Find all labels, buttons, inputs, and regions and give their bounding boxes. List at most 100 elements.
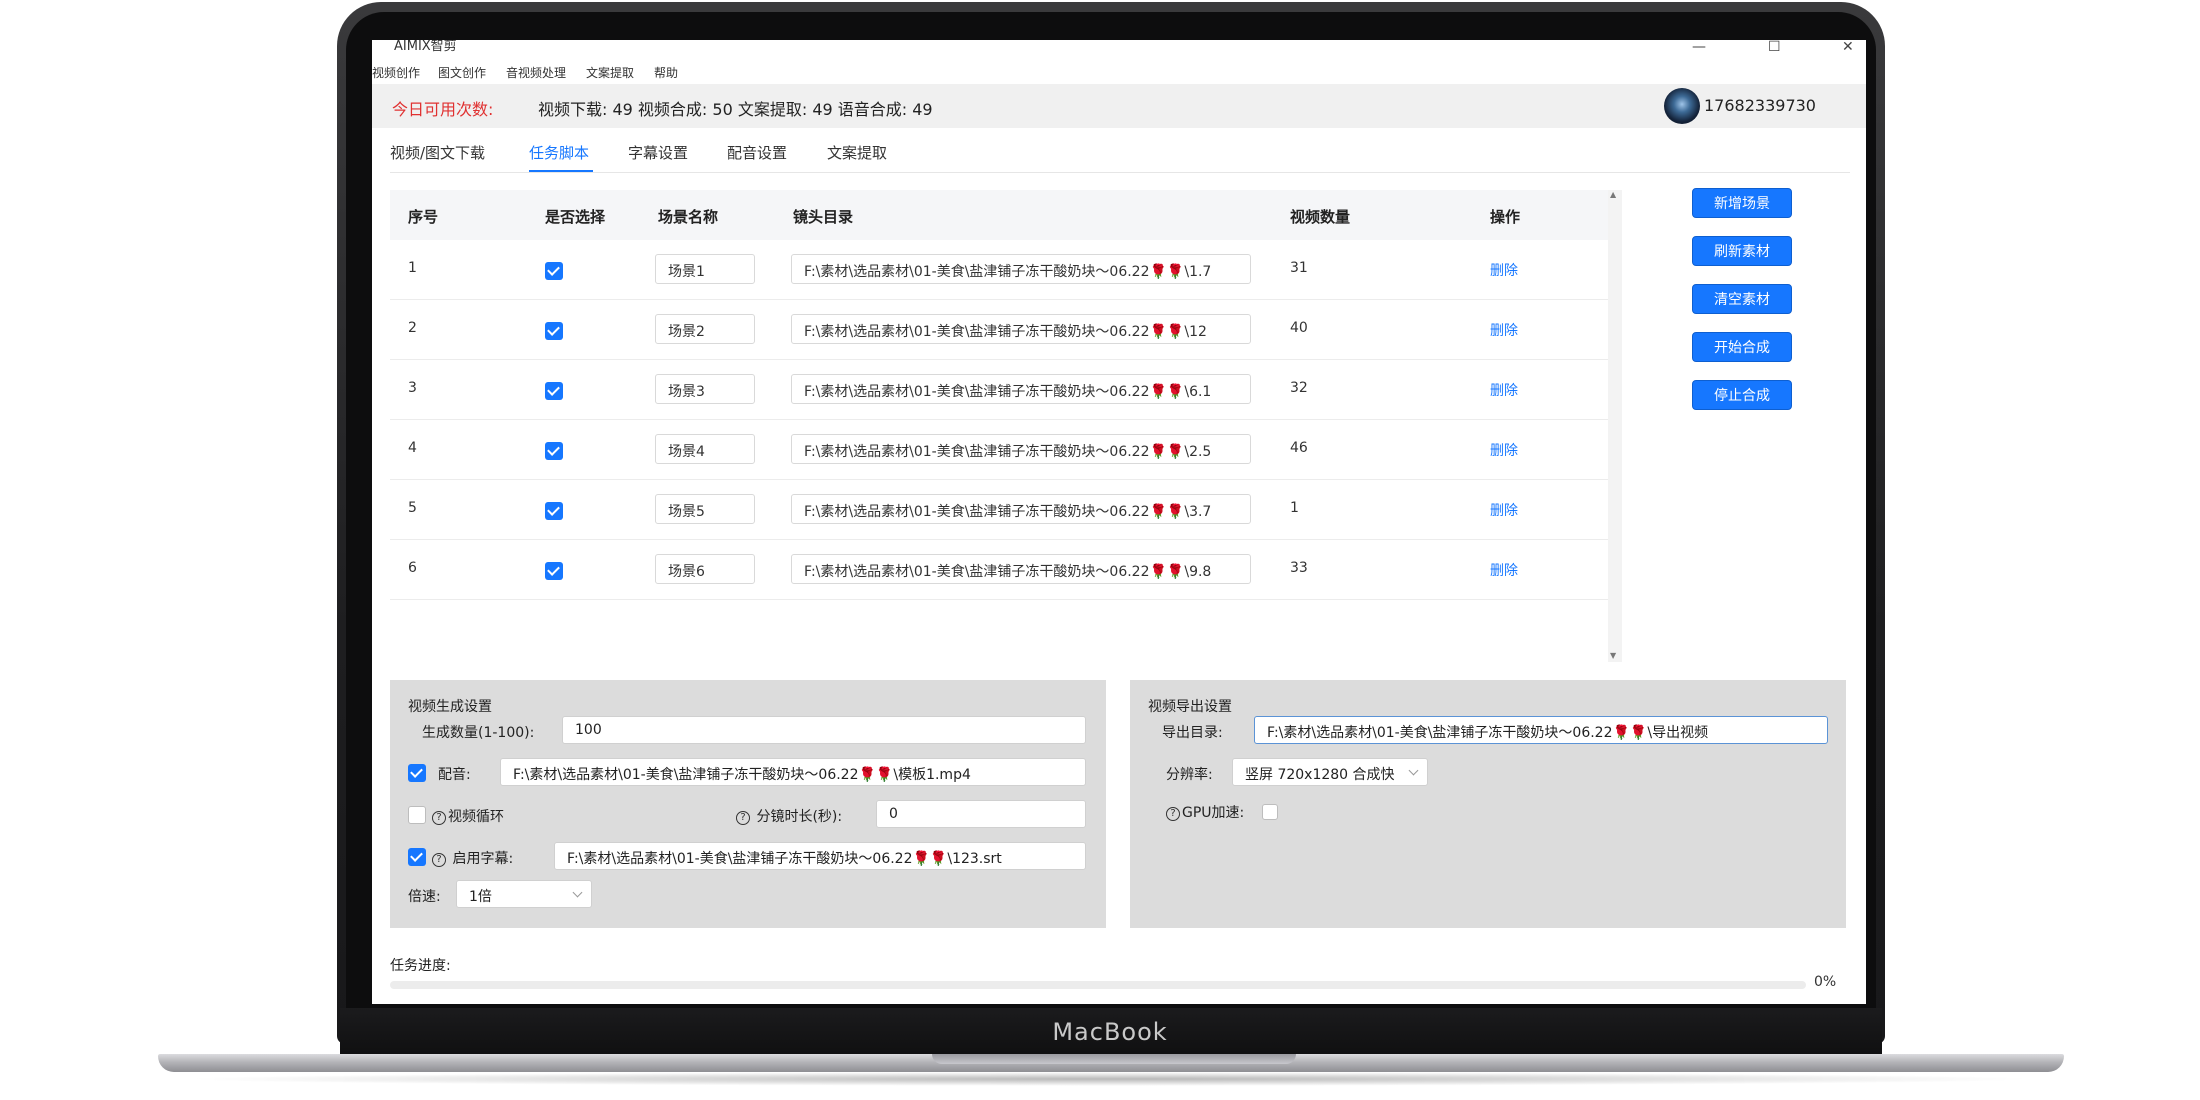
tab-text-extract[interactable]: 文案提取 xyxy=(827,142,887,163)
row-index: 6 xyxy=(408,560,417,576)
row-index: 3 xyxy=(408,380,417,396)
scroll-up-icon[interactable]: ▲ xyxy=(1610,190,1616,199)
laptop-base-notch xyxy=(932,1054,1296,1064)
tab-dubbing[interactable]: 配音设置 xyxy=(727,142,787,163)
row-select-checkbox[interactable] xyxy=(545,562,563,580)
table-scrollbar[interactable]: ▲ ▼ xyxy=(1608,190,1622,662)
start-compose-button[interactable]: 开始合成 xyxy=(1692,332,1792,362)
tab-divider xyxy=(390,172,1850,173)
table-row: 1 场景1 F:\素材\选品素材\01-美食\盐津铺子冻干酸奶块～06.22🌹🌹… xyxy=(390,240,1622,300)
row-select-checkbox[interactable] xyxy=(545,262,563,280)
help-icon[interactable]: ? xyxy=(432,853,446,867)
laptop-brand-label: MacBook xyxy=(1052,1018,1168,1046)
avatar[interactable] xyxy=(1664,88,1700,124)
delete-link[interactable]: 删除 xyxy=(1490,560,1518,580)
video-count: 46 xyxy=(1290,440,1308,456)
row-index: 1 xyxy=(408,260,417,276)
subtitle-path-input[interactable]: F:\素材\选品素材\01-美食\盐津铺子冻干酸奶块～06.22🌹🌹\123.s… xyxy=(554,842,1086,870)
close-icon[interactable]: ✕ xyxy=(1842,40,1854,54)
menu-item-av-process[interactable]: 音视频处理 xyxy=(506,64,566,81)
table-row: 6 场景6 F:\素材\选品素材\01-美食\盐津铺子冻干酸奶块～06.22🌹🌹… xyxy=(390,540,1622,600)
shot-duration-input[interactable]: 0 xyxy=(876,800,1086,828)
row-select-checkbox[interactable] xyxy=(545,502,563,520)
scene-name-input[interactable]: 场景5 xyxy=(655,494,755,524)
col-header-action: 操作 xyxy=(1490,208,1521,226)
shot-dir-input[interactable]: F:\素材\选品素材\01-美食\盐津铺子冻干酸奶块～06.22🌹🌹\6.1 xyxy=(791,374,1251,404)
row-select-checkbox[interactable] xyxy=(545,322,563,340)
refresh-assets-button[interactable]: 刷新素材 xyxy=(1692,236,1792,266)
scene-name-input[interactable]: 场景3 xyxy=(655,374,755,404)
dub-checkbox[interactable] xyxy=(408,764,426,782)
delete-link[interactable]: 删除 xyxy=(1490,440,1518,460)
export-settings-panel: 视频导出设置 导出目录: F:\素材\选品素材\01-美食\盐津铺子冻干酸奶块～… xyxy=(1130,680,1846,928)
minimize-icon[interactable]: — xyxy=(1692,40,1706,54)
speed-select[interactable]: 1倍 xyxy=(456,880,592,908)
menu-item-help[interactable]: 帮助 xyxy=(654,64,678,81)
help-icon[interactable]: ? xyxy=(432,811,446,825)
scene-name-input[interactable]: 场景6 xyxy=(655,554,755,584)
loop-label-text: 视频循环 xyxy=(448,809,504,825)
scene-name-input[interactable]: 场景2 xyxy=(655,314,755,344)
row-index: 2 xyxy=(408,320,417,336)
add-scene-button[interactable]: 新增场景 xyxy=(1692,188,1792,218)
chevron-down-icon xyxy=(1408,765,1419,776)
quota-label: 今日可用次数: xyxy=(392,100,494,119)
title-bar: AIMIX智剪 — ☐ ✕ xyxy=(372,40,1866,64)
laptop-shadow xyxy=(180,1072,2040,1086)
delete-link[interactable]: 删除 xyxy=(1490,500,1518,520)
col-header-path: 镜头目录 xyxy=(793,208,854,226)
stop-compose-button[interactable]: 停止合成 xyxy=(1692,380,1792,410)
shot-dir-input[interactable]: F:\素材\选品素材\01-美食\盐津铺子冻干酸奶块～06.22🌹🌹\1.7 xyxy=(791,254,1251,284)
help-icon[interactable]: ? xyxy=(736,811,750,825)
loop-label: ? 视频循环 xyxy=(432,806,504,826)
tab-subtitle[interactable]: 字幕设置 xyxy=(628,142,688,163)
shot-dir-input[interactable]: F:\素材\选品素材\01-美食\盐津铺子冻干酸奶块～06.22🌹🌹\2.5 xyxy=(791,434,1251,464)
delete-link[interactable]: 删除 xyxy=(1490,380,1518,400)
speed-label: 倍速: xyxy=(408,889,441,905)
progress-percent: 0% xyxy=(1814,974,1837,990)
video-count: 1 xyxy=(1290,500,1299,516)
stage: MacBook AIMIX智剪 — ☐ ✕ 视频创作 图文创作 音视频处理 文案… xyxy=(0,0,2200,1100)
delete-link[interactable]: 删除 xyxy=(1490,260,1518,280)
tab-task-script[interactable]: 任务脚本 xyxy=(529,142,589,163)
gen-count-label: 生成数量(1-100): xyxy=(422,725,535,741)
resolution-label: 分辨率: xyxy=(1166,767,1213,783)
speed-select-value: 1倍 xyxy=(469,889,492,905)
loop-checkbox[interactable] xyxy=(408,806,426,824)
scroll-down-icon[interactable]: ▼ xyxy=(1610,651,1616,660)
gen-count-input[interactable]: 100 xyxy=(562,716,1086,744)
shot-dir-input[interactable]: F:\素材\选品素材\01-美食\盐津铺子冻干酸奶块～06.22🌹🌹\3.7 xyxy=(791,494,1251,524)
row-index: 5 xyxy=(408,500,417,516)
menu-item-image-create[interactable]: 图文创作 xyxy=(438,64,486,81)
resolution-select[interactable]: 竖屏 720x1280 合成快 xyxy=(1232,758,1428,786)
table-row: 4 场景4 F:\素材\选品素材\01-美食\盐津铺子冻干酸奶块～06.22🌹🌹… xyxy=(390,420,1622,480)
menu-item-text-extract[interactable]: 文案提取 xyxy=(586,64,634,81)
tab-download[interactable]: 视频/图文下载 xyxy=(390,142,485,163)
export-settings-title: 视频导出设置 xyxy=(1148,699,1232,715)
dub-path-input[interactable]: F:\素材\选品素材\01-美食\盐津铺子冻干酸奶块～06.22🌹🌹\模板1.m… xyxy=(500,758,1086,786)
shot-duration-label: ? 分镜时长(秒): xyxy=(736,806,842,826)
row-select-checkbox[interactable] xyxy=(545,382,563,400)
table-header: 序号 是否选择 场景名称 镜头目录 视频数量 操作 xyxy=(390,190,1622,240)
video-count: 40 xyxy=(1290,320,1308,336)
gpu-checkbox[interactable] xyxy=(1262,804,1278,820)
col-header-index: 序号 xyxy=(408,208,439,226)
subtitle-checkbox[interactable] xyxy=(408,848,426,866)
export-dir-label: 导出目录: xyxy=(1162,725,1223,741)
gen-settings-panel: 视频生成设置 生成数量(1-100): 100 配音: F:\素材\选品素材\0… xyxy=(390,680,1106,928)
delete-link[interactable]: 删除 xyxy=(1490,320,1518,340)
table-row: 3 场景3 F:\素材\选品素材\01-美食\盐津铺子冻干酸奶块～06.22🌹🌹… xyxy=(390,360,1622,420)
shot-dir-input[interactable]: F:\素材\选品素材\01-美食\盐津铺子冻干酸奶块～06.22🌹🌹\12 xyxy=(791,314,1251,344)
table-row: 5 场景5 F:\素材\选品素材\01-美食\盐津铺子冻干酸奶块～06.22🌹🌹… xyxy=(390,480,1622,540)
help-icon[interactable]: ? xyxy=(1166,807,1180,821)
clear-assets-button[interactable]: 清空素材 xyxy=(1692,284,1792,314)
menu-item-video-create[interactable]: 视频创作 xyxy=(372,64,420,81)
shot-dir-input[interactable]: F:\素材\选品素材\01-美食\盐津铺子冻干酸奶块～06.22🌹🌹\9.8 xyxy=(791,554,1251,584)
export-dir-input[interactable]: F:\素材\选品素材\01-美食\盐津铺子冻干酸奶块～06.22🌹🌹\导出视频 xyxy=(1254,716,1828,744)
subtitle-label: ? 启用字幕: xyxy=(432,848,513,868)
row-select-checkbox[interactable] xyxy=(545,442,563,460)
scene-name-input[interactable]: 场景1 xyxy=(655,254,755,284)
user-phone: 17682339730 xyxy=(1704,96,1816,115)
maximize-icon[interactable]: ☐ xyxy=(1768,40,1781,54)
scene-name-input[interactable]: 场景4 xyxy=(655,434,755,464)
